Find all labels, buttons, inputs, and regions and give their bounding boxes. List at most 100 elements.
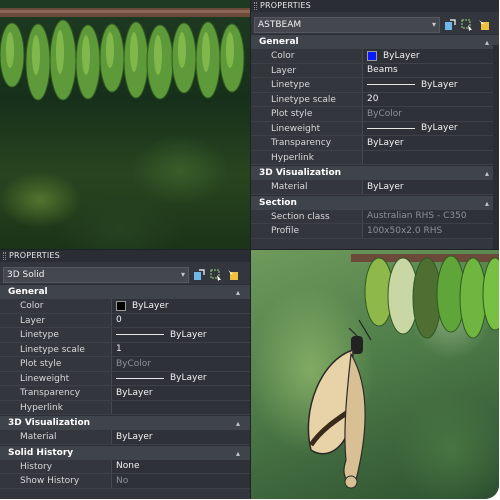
property-row-material[interactable]: Material ByLayer [0, 430, 250, 445]
property-row-layer[interactable]: Layer Beams [251, 63, 499, 78]
property-value[interactable]: ByLayer [363, 121, 499, 135]
property-value-text: ByLayer [132, 300, 169, 311]
section-header-3d-visualization[interactable]: 3D Visualization ▴ [0, 415, 250, 430]
property-row-color[interactable]: Color ByLayer [251, 49, 499, 64]
property-row-material[interactable]: Material ByLayer [251, 180, 499, 195]
property-label: History [0, 459, 112, 473]
section-header-solid-history[interactable]: Solid History ▴ [0, 444, 250, 461]
property-value-text: ByLayer [421, 79, 458, 90]
linetype-preview-icon [116, 377, 164, 379]
property-row-transparency[interactable]: Transparency ByLayer [0, 386, 250, 401]
property-value-text: None [116, 461, 140, 471]
panel-title[interactable]: PROPERTIES [0, 250, 250, 262]
property-label: Hyperlink [0, 400, 112, 414]
property-value-text: 100x50x2.0 RHS [367, 225, 443, 236]
chrysalis-illustration [0, 8, 250, 101]
object-type-select[interactable]: 3D Solid ▾ [3, 266, 189, 283]
property-value[interactable]: ByLayer [363, 180, 499, 194]
property-row-section-class[interactable]: Section class Australian RHS - C350 [251, 209, 499, 224]
property-row-history[interactable]: History None [0, 459, 250, 474]
property-row-lineweight[interactable]: Lineweight ByLayer [251, 121, 499, 136]
property-value[interactable]: ByLayer [112, 328, 250, 342]
toggle-pickadd-icon[interactable] [192, 268, 206, 282]
section-title: Solid History [8, 447, 74, 458]
section-title: General [259, 37, 299, 47]
property-label: Lineweight [251, 121, 363, 135]
properties-list: General ▴ Color ByLayer Layer 0 Linetype ByLaye… [0, 284, 250, 489]
property-value[interactable]: ByLayer [363, 78, 499, 92]
property-value[interactable]: ByLayer [112, 430, 250, 444]
properties-panel-bottom: PROPERTIES 3D Solid ▾ General ▴ Color ByLay… [0, 250, 250, 499]
property-row-profile[interactable]: Profile 100x50x2.0 RHS [251, 224, 499, 239]
section-header-section[interactable]: Section ▴ [251, 194, 499, 211]
property-label: Color [251, 49, 363, 63]
object-type-value: ASTBEAM [258, 19, 302, 30]
panel-title[interactable]: PROPERTIES [251, 0, 499, 12]
photo-chrysalises [0, 0, 250, 249]
property-row-transparency[interactable]: Transparency ByLayer [251, 136, 499, 151]
property-label: Linetype scale [0, 342, 112, 356]
property-value-text: ByLayer [367, 181, 404, 192]
property-value[interactable]: None [112, 459, 250, 473]
property-label: Linetype scale [251, 92, 363, 106]
property-value-text: No [116, 475, 129, 486]
toggle-pickadd-icon[interactable] [443, 18, 457, 32]
section-header-general[interactable]: General ▴ [251, 34, 499, 49]
property-value[interactable]: ByLayer [112, 386, 250, 400]
select-objects-icon[interactable] [209, 268, 223, 282]
select-objects-icon[interactable] [460, 18, 474, 32]
property-value[interactable]: ByLayer [363, 49, 499, 63]
property-value-text: ByLayer [367, 137, 404, 148]
section-header-general[interactable]: General ▴ [0, 284, 250, 299]
property-value-text: Australian RHS - C350 [367, 211, 467, 221]
property-value[interactable] [363, 150, 499, 164]
collapse-chevron-icon[interactable]: ▴ [485, 35, 489, 50]
property-label: Linetype [0, 328, 112, 342]
property-value[interactable] [112, 400, 250, 414]
property-value[interactable]: ByLayer [363, 136, 499, 150]
property-row-lineweight[interactable]: Lineweight ByLayer [0, 371, 250, 386]
property-value: No [112, 474, 250, 488]
property-value[interactable]: ByLayer [112, 299, 250, 313]
property-value[interactable]: 0 [112, 313, 250, 327]
property-row-hyperlink[interactable]: Hyperlink [251, 150, 499, 165]
property-value: ByColor [112, 357, 250, 371]
property-row-show-history[interactable]: Show History No [0, 474, 250, 489]
quick-select-icon[interactable] [477, 18, 491, 32]
property-row-hyperlink[interactable]: Hyperlink [0, 400, 250, 415]
photo-butterfly [251, 250, 499, 499]
property-row-linetype[interactable]: Linetype ByLayer [251, 78, 499, 93]
property-row-color[interactable]: Color ByLayer [0, 299, 250, 314]
property-value-text: ByLayer [116, 387, 153, 398]
property-label: Show History [0, 474, 112, 488]
section-title: 3D Visualization [259, 168, 342, 178]
grip-icon[interactable] [3, 252, 6, 260]
collapse-chevron-icon[interactable]: ▴ [485, 196, 489, 211]
property-row-plot-style[interactable]: Plot style ByColor [0, 357, 250, 372]
property-label: Color [0, 299, 112, 313]
property-value[interactable]: ByLayer [112, 371, 250, 385]
property-row-linetype-scale[interactable]: Linetype scale 1 [0, 342, 250, 357]
property-row-linetype-scale[interactable]: Linetype scale 20 [251, 92, 499, 107]
property-value-text: 20 [367, 94, 379, 104]
collapse-chevron-icon[interactable]: ▴ [236, 446, 240, 461]
property-value[interactable]: 1 [112, 342, 250, 356]
property-value-text: ByColor [116, 358, 151, 369]
property-row-layer[interactable]: Layer 0 [0, 313, 250, 328]
collapse-chevron-icon[interactable]: ▴ [236, 416, 240, 431]
collapse-chevron-icon[interactable]: ▴ [485, 166, 489, 181]
section-header-3d-visualization[interactable]: 3D Visualization ▴ [251, 165, 499, 180]
scrollbar[interactable] [493, 45, 499, 249]
screenshot-frame: PROPERTIES ASTBEAM ▾ General ▴ Color ByLaye… [0, 0, 499, 499]
quick-select-icon[interactable] [226, 268, 240, 282]
butterfly-illustration [307, 254, 499, 489]
property-row-linetype[interactable]: Linetype ByLayer [0, 328, 250, 343]
property-row-plot-style[interactable]: Plot style ByColor [251, 107, 499, 122]
collapse-chevron-icon[interactable]: ▴ [236, 285, 240, 300]
property-label: Material [0, 430, 112, 444]
property-value[interactable]: Beams [363, 63, 499, 77]
property-value-text: ByLayer [116, 431, 153, 442]
property-value[interactable]: 20 [363, 92, 499, 106]
object-type-select[interactable]: ASTBEAM ▾ [254, 16, 440, 33]
grip-icon[interactable] [254, 2, 257, 10]
